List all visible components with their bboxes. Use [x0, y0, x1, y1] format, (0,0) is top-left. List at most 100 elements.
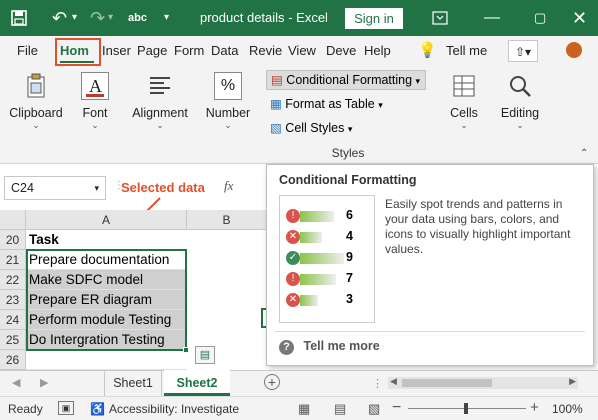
conditional-formatting-button[interactable]: ▤ Conditional Formatting ▾: [266, 70, 426, 90]
close-icon[interactable]: ✕: [572, 0, 587, 36]
font-icon: A: [81, 72, 109, 100]
collapse-ribbon-icon[interactable]: ⌃: [580, 148, 588, 159]
sheet-options-icon[interactable]: ⋮: [372, 377, 383, 390]
tab-insert[interactable]: Inser: [102, 36, 131, 66]
tab-review[interactable]: Revie: [249, 36, 282, 66]
table-row[interactable]: [26, 350, 187, 370]
cells-group[interactable]: Cells ⌄: [438, 72, 490, 131]
data-bar: [300, 211, 334, 222]
number-group[interactable]: % Number ⌄: [202, 72, 254, 131]
zoom-slider-thumb[interactable]: [464, 403, 468, 414]
clipboard-icon: [22, 72, 50, 100]
row-header[interactable]: 22: [0, 270, 26, 290]
data-bar: [300, 295, 318, 306]
ribbon-display-icon[interactable]: [432, 0, 448, 36]
preview-value: 6: [346, 208, 353, 222]
clipboard-label: Clipboard: [9, 106, 63, 120]
column-header-a[interactable]: A: [26, 210, 187, 230]
row-header[interactable]: 26: [0, 350, 26, 370]
chevron-down-icon: ▾: [94, 183, 99, 193]
avatar[interactable]: [566, 42, 582, 58]
data-bar: [300, 253, 344, 264]
scroll-left-icon[interactable]: ◀: [390, 376, 397, 387]
table-icon: ▦: [270, 97, 282, 111]
redo-dropdown-icon[interactable]: ▾: [108, 0, 113, 36]
row-header[interactable]: 25: [0, 330, 26, 350]
page-break-view-icon[interactable]: ▧: [368, 401, 380, 417]
font-group[interactable]: A Font ⌄: [72, 72, 118, 131]
number-dropdown-icon: ⌄: [224, 120, 232, 130]
customize-toolbar-icon[interactable]: ▾: [164, 0, 169, 36]
zoom-in-icon[interactable]: +: [530, 399, 539, 416]
sheet-next-icon[interactable]: ▶: [40, 376, 48, 389]
column-header-b[interactable]: B: [187, 210, 267, 230]
tab-help[interactable]: Help: [364, 36, 391, 66]
error-icon: ✕: [286, 230, 300, 244]
format-as-table-button[interactable]: ▦ Format as Table ▾: [266, 94, 426, 114]
preview-row: ! 7: [286, 271, 370, 287]
tell-me-more-link[interactable]: ? Tell me more: [279, 339, 380, 355]
tab-developer[interactable]: Deve: [326, 36, 356, 66]
undo-icon[interactable]: ↶: [52, 0, 67, 36]
preview-value: 9: [346, 250, 353, 264]
tab-data[interactable]: Data: [211, 36, 238, 66]
minimize-icon[interactable]: —: [484, 0, 500, 36]
sign-in-button[interactable]: Sign in: [345, 8, 403, 29]
tab-file[interactable]: File: [17, 36, 38, 66]
clipboard-group[interactable]: Clipboard ⌄: [6, 72, 66, 131]
zoom-slider[interactable]: [408, 403, 526, 414]
cell-header-task[interactable]: Task: [26, 230, 187, 250]
quick-analysis-icon[interactable]: ▤: [195, 346, 215, 364]
tab-sheet1[interactable]: Sheet1: [104, 371, 162, 396]
select-all-corner[interactable]: [0, 210, 26, 230]
redo-icon[interactable]: ↷: [90, 0, 105, 36]
add-sheet-icon[interactable]: +: [264, 374, 280, 390]
preview-value: 3: [346, 292, 353, 306]
data-bar: [300, 274, 336, 285]
accessibility-status[interactable]: ♿ Accessibility: Investigate: [90, 402, 239, 416]
cells-icon: [450, 72, 478, 100]
conditional-formatting-icon: ▤: [271, 73, 283, 87]
preview-value: 7: [346, 271, 353, 285]
tab-page-layout[interactable]: Page: [137, 36, 167, 66]
status-bar: Ready ▣ ♿ Accessibility: Investigate ▦ ▤ …: [0, 396, 598, 420]
share-button[interactable]: ⇧▾: [508, 40, 538, 62]
row-header[interactable]: 21: [0, 250, 26, 270]
name-box[interactable]: C24 ▾: [4, 176, 106, 200]
undo-dropdown-icon[interactable]: ▾: [72, 0, 77, 36]
accessibility-icon: ♿: [90, 402, 105, 416]
normal-view-icon[interactable]: ▦: [298, 401, 310, 417]
scroll-right-icon[interactable]: ▶: [569, 376, 576, 387]
preview-row: ✓ 9: [286, 250, 370, 266]
row-header[interactable]: 23: [0, 290, 26, 310]
tab-sheet2[interactable]: Sheet2: [164, 370, 230, 396]
alignment-label: Alignment: [132, 106, 188, 120]
sheet-prev-icon[interactable]: ◀: [12, 376, 20, 389]
page-layout-view-icon[interactable]: ▤: [334, 401, 346, 417]
editing-group[interactable]: Editing ⌄: [494, 72, 546, 131]
zoom-level[interactable]: 100%: [552, 402, 583, 416]
data-bar: [300, 232, 322, 243]
save-icon[interactable]: [10, 0, 28, 36]
preview-value: 4: [346, 229, 353, 243]
fill-handle[interactable]: [183, 347, 189, 353]
fx-button[interactable]: fx: [224, 178, 233, 194]
maximize-icon[interactable]: ▢: [534, 0, 546, 36]
zoom-out-icon[interactable]: −: [392, 399, 401, 417]
row-header[interactable]: 20: [0, 230, 26, 250]
row-header[interactable]: 24: [0, 310, 26, 330]
tab-formulas[interactable]: Form: [174, 36, 204, 66]
title-bar: ↶ ▾ ↷ ▾ abc ▾ product details - Excel Si…: [0, 0, 598, 36]
scrollbar-thumb[interactable]: [402, 379, 492, 387]
tell-me-search[interactable]: Tell me: [446, 36, 487, 66]
number-label: Number: [205, 106, 251, 120]
alignment-group[interactable]: Alignment ⌄: [128, 72, 192, 131]
macro-recording-icon[interactable]: ▣: [58, 401, 74, 415]
spelling-icon[interactable]: abc: [128, 0, 147, 36]
horizontal-scrollbar[interactable]: ◀ ▶: [388, 376, 578, 389]
sheet-tab-bar: ◀ ▶ Sheet1 Sheet2 + ⋮ ◀ ▶: [0, 370, 598, 396]
cell-styles-icon: ▧: [270, 121, 282, 135]
tab-view[interactable]: View: [288, 36, 316, 66]
cell-styles-button[interactable]: ▧ Cell Styles ▾: [266, 118, 426, 138]
cells-label: Cells: [450, 106, 478, 120]
